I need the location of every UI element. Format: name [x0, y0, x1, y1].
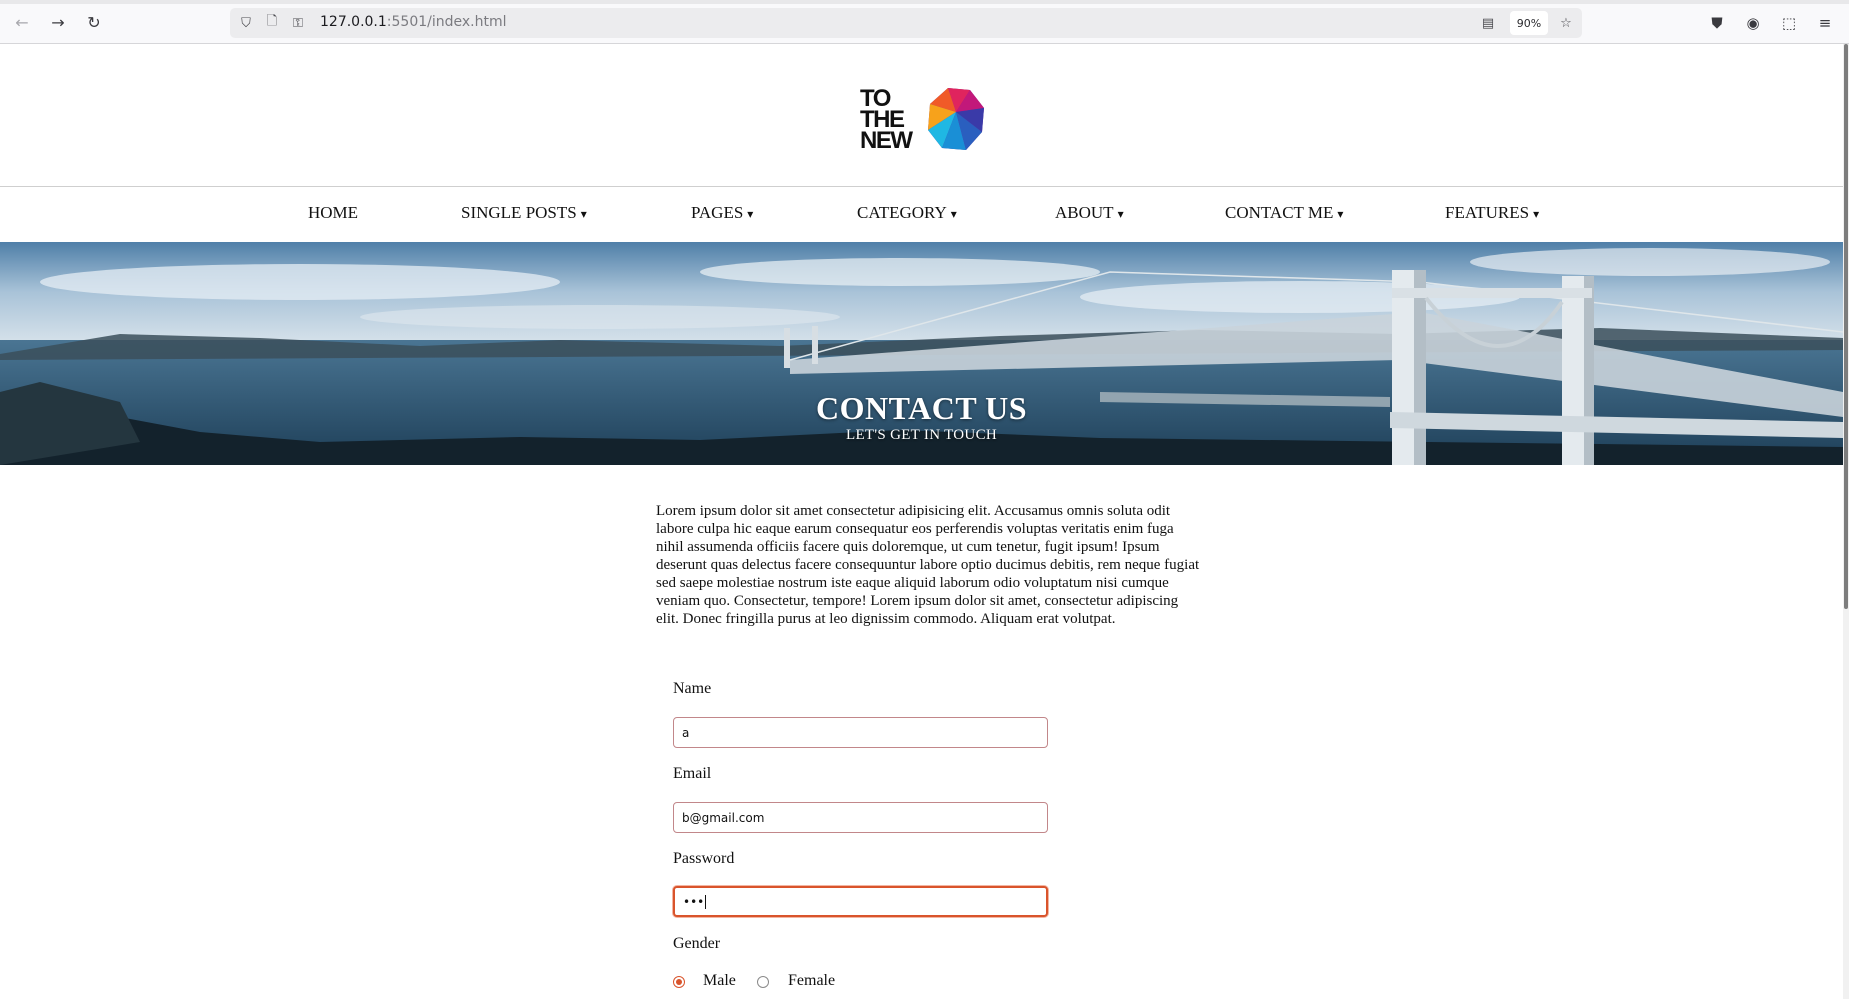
extensions-icon[interactable]: ⬚: [1778, 12, 1800, 34]
text-cursor: [705, 894, 707, 909]
hero-banner: CONTACT US LET'S GET IN TOUCH: [0, 242, 1843, 465]
page-icon[interactable]: 🗋: [262, 13, 282, 33]
hero-subtitle: LET'S GET IN TOUCH: [845, 427, 998, 443]
password-label: Password: [673, 850, 735, 867]
chevron-down-icon: ▾: [1337, 207, 1344, 221]
tab-strip-edge: [0, 0, 1849, 4]
nav-item-about[interactable]: ABOUT ▾: [1055, 203, 1124, 223]
nav-item-home[interactable]: HOME: [308, 203, 358, 223]
chevron-down-icon: ▾: [747, 207, 754, 221]
chevron-down-icon: ▾: [950, 207, 957, 221]
reader-view-icon[interactable]: ▤: [1478, 13, 1498, 33]
gender-radio-female[interactable]: [757, 976, 769, 988]
zoom-level-badge[interactable]: 90%: [1510, 11, 1548, 35]
bookmark-star-icon[interactable]: ☆: [1556, 13, 1576, 33]
gender-female-label[interactable]: Female: [788, 972, 835, 990]
nav-item-features[interactable]: FEATURES ▾: [1445, 203, 1539, 223]
browser-toolbar: ← → ↻ ⛉ 🗋 ⚿ 127.0.0.1:5501/index.html ▤ …: [0, 0, 1849, 44]
scrollbar-thumb[interactable]: [1844, 44, 1848, 609]
password-input[interactable]: •••: [673, 886, 1048, 917]
logo-gem-icon: [928, 88, 984, 150]
gender-label: Gender: [673, 935, 721, 952]
chevron-down-icon: ▾: [1533, 207, 1540, 221]
reload-icon[interactable]: ↻: [84, 12, 104, 32]
logo-wordmark: TO THE NEW: [860, 85, 913, 154]
url-bar[interactable]: ⛉ 🗋 ⚿ 127.0.0.1:5501/index.html ▤ 90% ☆: [230, 8, 1582, 38]
gender-male-label[interactable]: Male: [703, 972, 736, 990]
email-input[interactable]: b@gmail.com: [673, 802, 1048, 833]
pocket-icon[interactable]: ⛊: [1706, 12, 1728, 34]
gender-radio-male[interactable]: [673, 976, 685, 988]
site-logo[interactable]: TO THE NEW: [860, 86, 986, 154]
hero-title: CONTACT US: [816, 390, 1027, 426]
nav-item-pages[interactable]: PAGES ▾: [691, 203, 753, 223]
email-label: Email: [673, 765, 712, 782]
chevron-down-icon: ▾: [1117, 207, 1124, 221]
name-input[interactable]: a: [673, 717, 1048, 748]
forward-icon[interactable]: →: [48, 12, 68, 32]
back-icon[interactable]: ←: [12, 12, 32, 32]
url-text[interactable]: 127.0.0.1:5501/index.html: [320, 14, 507, 30]
chevron-down-icon: ▾: [580, 207, 587, 221]
key-icon[interactable]: ⚿: [288, 13, 308, 33]
page-scrollbar[interactable]: [1843, 44, 1849, 999]
nav-item-category[interactable]: CATEGORY ▾: [857, 203, 957, 223]
nav-item-single-posts[interactable]: SINGLE POSTS ▾: [461, 203, 587, 223]
account-icon[interactable]: ◉: [1742, 12, 1764, 34]
main-navigation: HOME SINGLE POSTS ▾ PAGES ▾ CATEGORY ▾ ABOU…: [0, 186, 1843, 242]
menu-icon[interactable]: ≡: [1814, 12, 1836, 34]
intro-paragraph: Lorem ipsum dolor sit amet consectetur a…: [656, 503, 1200, 627]
name-label: Name: [673, 680, 712, 697]
shield-icon[interactable]: ⛉: [236, 13, 256, 33]
nav-item-contact-me[interactable]: CONTACT ME ▾: [1225, 203, 1343, 223]
